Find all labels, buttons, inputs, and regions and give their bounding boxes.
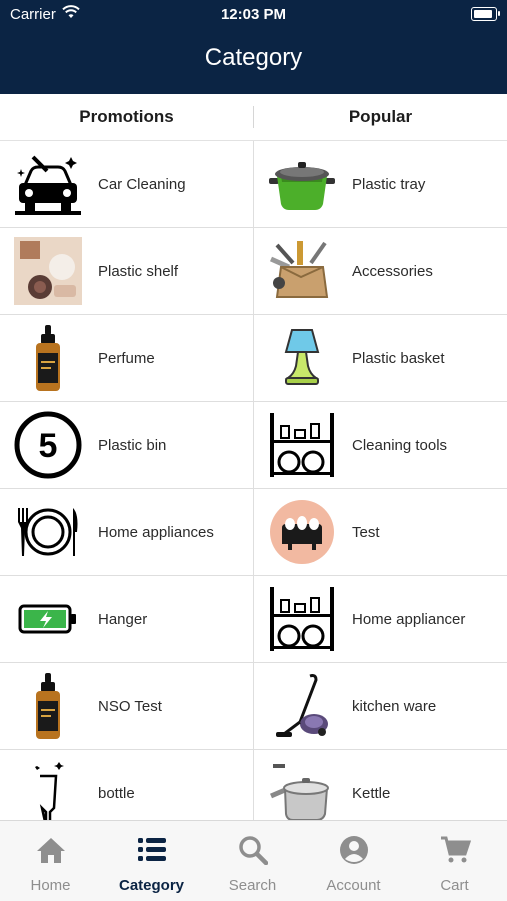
category-label: Plastic bin	[98, 436, 167, 454]
category-label: NSO Test	[98, 697, 162, 715]
category-label: Accessories	[352, 262, 433, 280]
category-label: Hanger	[98, 610, 148, 628]
section-header: Promotions Popular	[0, 94, 507, 141]
app-header: Carrier 12:03 PM Category	[0, 0, 507, 94]
category-item[interactable]: Plastic shelf	[0, 228, 253, 315]
status-bar: Carrier 12:03 PM	[0, 0, 507, 30]
category-label: Test	[352, 523, 380, 541]
category-label: Home appliances	[98, 523, 214, 541]
perfume-bottle-icon	[12, 322, 84, 394]
tab-promotions[interactable]: Promotions	[0, 94, 253, 140]
list-icon	[101, 835, 202, 869]
category-label: Plastic tray	[352, 175, 426, 193]
dish-rack-icon	[266, 583, 338, 655]
egg-cooker-icon	[266, 496, 338, 568]
category-label: kitchen ware	[352, 697, 437, 715]
tab-label: Category	[118, 877, 185, 894]
cart-icon	[404, 835, 505, 869]
perfume-bottle-icon	[12, 670, 84, 742]
category-label: Plastic basket	[352, 349, 445, 367]
category-label: Home appliancer	[352, 610, 466, 628]
category-item[interactable]: NSO Test	[0, 663, 253, 750]
tab-popular[interactable]: Popular	[254, 94, 507, 140]
category-item[interactable]: 5 Plastic bin	[0, 402, 253, 489]
vacuum-cleaner-icon	[266, 670, 338, 742]
saucepan-icon	[266, 757, 338, 820]
category-item[interactable]: Accessories	[254, 228, 507, 315]
dish-rack-icon	[266, 409, 338, 481]
cooking-pot-icon	[266, 148, 338, 220]
account-icon	[303, 835, 404, 869]
svg-text:5: 5	[39, 427, 58, 465]
home-icon	[0, 835, 101, 869]
tab-home[interactable]: Home	[0, 821, 101, 901]
number-5-icon: 5	[12, 409, 84, 481]
cosmetics-photo	[12, 235, 84, 307]
category-item[interactable]: Cleaning tools	[254, 402, 507, 489]
battery-charging-icon	[12, 583, 84, 655]
tools-box-icon	[266, 235, 338, 307]
search-icon	[202, 835, 303, 869]
category-item[interactable]: Kettle	[254, 750, 507, 820]
category-item[interactable]: Test	[254, 489, 507, 576]
category-item[interactable]: Plastic tray	[254, 141, 507, 228]
category-item[interactable]: bottle	[0, 750, 253, 820]
category-label: Perfume	[98, 349, 155, 367]
tab-cart[interactable]: Cart	[404, 821, 505, 901]
category-label: Cleaning tools	[352, 436, 448, 454]
lamp-icon	[266, 322, 338, 394]
category-item[interactable]: Hanger	[0, 576, 253, 663]
tab-label: Home	[30, 877, 71, 894]
page-title: Category	[204, 44, 303, 71]
category-item[interactable]: Perfume	[0, 315, 253, 402]
category-label: Kettle	[352, 784, 391, 802]
plate-fork-knife-icon	[12, 496, 84, 568]
category-item[interactable]: Plastic basket	[254, 315, 507, 402]
category-label: bottle	[98, 784, 135, 802]
category-item[interactable]: Home appliancer	[254, 576, 507, 663]
tab-account[interactable]: Account	[303, 821, 404, 901]
category-item[interactable]: kitchen ware	[254, 663, 507, 750]
car-cleaning-icon	[12, 148, 84, 220]
category-label: Car Cleaning	[98, 175, 186, 193]
tab-label: Account	[326, 877, 381, 894]
tab-category[interactable]: Category	[101, 821, 202, 901]
clock: 12:03 PM	[220, 6, 287, 23]
tab-label: Search	[228, 877, 277, 894]
glass-icon	[12, 757, 84, 820]
category-item[interactable]: Home appliances	[0, 489, 253, 576]
category-label: Plastic shelf	[98, 262, 179, 280]
category-item[interactable]: Car Cleaning	[0, 141, 253, 228]
tab-bar: Home Category Search Account Cart	[0, 820, 507, 901]
tab-search[interactable]: Search	[202, 821, 303, 901]
battery-icon	[471, 7, 500, 21]
tab-label: Cart	[440, 877, 469, 894]
category-grid: Car Cleaning Plastic tray Plastic shelf …	[0, 141, 507, 820]
